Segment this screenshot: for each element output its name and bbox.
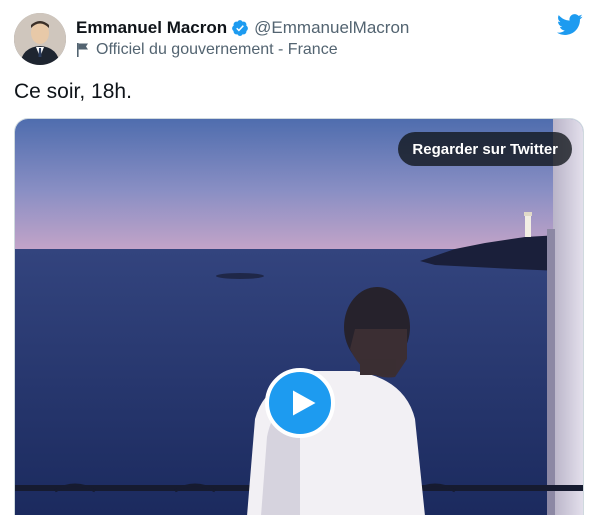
flag-icon [77,43,88,57]
tweet-text: Ce soir, 18h. [14,80,132,103]
watch-on-twitter-button[interactable]: Regarder sur Twitter [398,132,572,166]
account-label-row: Officiel du gouvernement - France [76,40,338,60]
video-thumbnail [15,119,583,515]
avatar[interactable] [14,13,66,65]
author-handle[interactable]: @EmmanuelMacron [254,18,409,38]
author-row: Emmanuel Macron @EmmanuelMacron [76,17,409,39]
avatar-image [14,13,66,65]
play-button[interactable] [265,368,335,438]
twitter-bird-icon[interactable] [557,14,583,36]
verified-badge-icon [232,20,249,36]
author-display-name[interactable]: Emmanuel Macron [76,18,227,38]
account-label: Officiel du gouvernement - France [96,41,338,58]
play-icon [292,390,315,416]
video-media[interactable]: Regarder sur Twitter [14,118,584,515]
